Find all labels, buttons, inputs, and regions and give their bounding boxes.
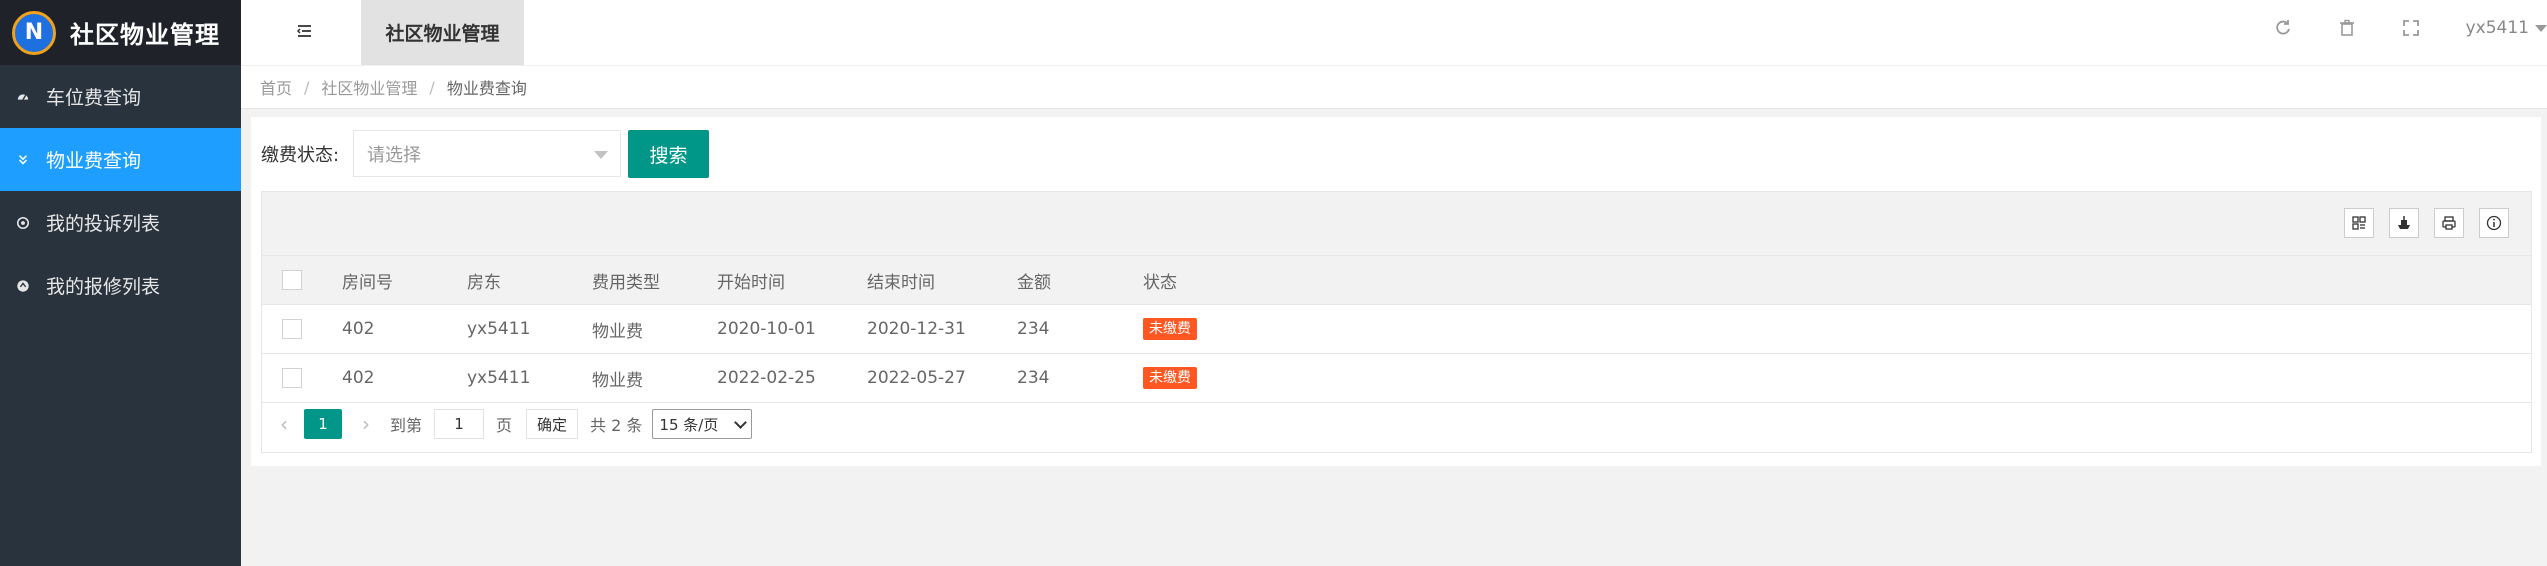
print-icon[interactable] — [2434, 208, 2464, 238]
info-icon[interactable] — [2479, 208, 2509, 238]
cell-amount: 234 — [1017, 319, 1050, 339]
prev-page-icon[interactable]: ‹ — [280, 412, 288, 436]
sidebar-item-repairs[interactable]: 我的报修列表 — [0, 254, 241, 317]
row-checkbox[interactable] — [282, 319, 302, 339]
menu-toggle-icon[interactable] — [293, 20, 315, 42]
caret-down-icon — [594, 151, 608, 159]
app-title: 社区物业管理 — [70, 21, 220, 49]
breadcrumb-community[interactable]: 社区物业管理 — [321, 75, 417, 99]
goto-label: 到第 — [390, 416, 423, 435]
column-header: 金额 — [1017, 272, 1051, 293]
row-checkbox[interactable] — [282, 368, 302, 388]
tab-community-management[interactable]: 社区物业管理 — [361, 0, 524, 65]
payment-status-select[interactable]: 请选择 — [353, 130, 621, 177]
dashboard-icon — [16, 90, 30, 104]
logo[interactable]: N 社区物业管理 — [0, 0, 241, 65]
cell-status: 未缴费 — [1143, 354, 1197, 402]
fullscreen-icon[interactable] — [2401, 18, 2421, 38]
column-header: 费用类型 — [592, 272, 660, 293]
cell-room: 402 — [342, 368, 375, 388]
cell-fee-type: 物业费 — [592, 321, 643, 342]
top-header: 社区物业管理 yx5411 — [241, 0, 2547, 66]
column-header: 房东 — [467, 272, 501, 293]
total-count: 共 2 条 — [590, 416, 643, 435]
sidebar-item-complaints[interactable]: 我的投诉列表 — [0, 191, 241, 254]
double-chevron-down-icon — [16, 153, 30, 167]
sidebar-item-parking-fee[interactable]: 车位费查询 — [0, 65, 241, 128]
data-table: 房间号 房东 费用类型 开始时间 结束时间 金额 状态 402 yx5411 物… — [261, 191, 2532, 453]
columns-filter-icon[interactable] — [2344, 208, 2374, 238]
sidebar-item-label: 我的投诉列表 — [46, 213, 161, 235]
cell-end-date: 2022-05-27 — [867, 368, 966, 388]
export-icon[interactable] — [2389, 208, 2419, 238]
page-size-select[interactable]: 15 条/页 — [652, 409, 753, 439]
breadcrumb-home[interactable]: 首页 — [260, 75, 292, 99]
radio-icon — [16, 279, 30, 293]
circle-dot-icon — [16, 216, 30, 230]
table-row[interactable]: 402 yx5411 物业费 2020-10-01 2020-12-31 234… — [262, 305, 2531, 354]
cell-amount: 234 — [1017, 368, 1050, 388]
status-badge: 未缴费 — [1143, 318, 1197, 340]
pagination: ‹ 1 › 到第 1 页 确定 共 2 条 15 条/页 — [262, 399, 2531, 449]
column-header: 状态 — [1143, 272, 1177, 293]
cell-fee-type: 物业费 — [592, 370, 643, 391]
user-menu[interactable]: yx5411 — [2466, 0, 2547, 56]
column-header: 房间号 — [342, 272, 393, 293]
page-button-current[interactable]: 1 — [304, 409, 342, 439]
breadcrumb-current: 物业费查询 — [446, 79, 527, 98]
cell-start-date: 2022-02-25 — [717, 368, 816, 388]
table-header-row: 房间号 房东 费用类型 开始时间 结束时间 金额 状态 — [262, 256, 2531, 305]
cell-start-date: 2020-10-01 — [717, 319, 816, 339]
goto-page-input[interactable]: 1 — [434, 409, 485, 439]
cell-owner: yx5411 — [467, 368, 531, 388]
breadcrumb: 首页 / 社区物业管理 / 物业费查询 — [241, 66, 2547, 109]
goto-confirm-button[interactable]: 确定 — [526, 409, 579, 439]
sidebar-item-property-fee[interactable]: 物业费查询 — [0, 128, 241, 191]
table-toolbar — [262, 192, 2531, 256]
trash-icon[interactable] — [2337, 18, 2357, 38]
select-placeholder: 请选择 — [367, 144, 421, 166]
logo-icon: N — [12, 10, 56, 55]
cell-room: 402 — [342, 319, 375, 339]
cell-status: 未缴费 — [1143, 305, 1197, 353]
cell-owner: yx5411 — [467, 319, 531, 339]
column-header: 结束时间 — [867, 272, 935, 293]
sidebar-item-label: 我的报修列表 — [46, 276, 161, 298]
payment-status-label: 缴费状态: — [261, 145, 340, 166]
search-button[interactable]: 搜索 — [628, 130, 709, 178]
sidebar: N 社区物业管理 车位费查询 物业费查询 我的投诉列表 我的报修列表 — [0, 0, 241, 566]
cell-end-date: 2020-12-31 — [867, 319, 966, 339]
breadcrumb-separator: / — [429, 77, 435, 97]
next-page-icon[interactable]: › — [362, 412, 370, 436]
content-card: 缴费状态: 请选择 搜索 房间号 房东 费用类型 开始时间 结束时间 金额 状态… — [251, 117, 2541, 466]
caret-down-icon — [2535, 24, 2547, 32]
select-all-checkbox[interactable] — [282, 270, 302, 290]
status-badge: 未缴费 — [1143, 367, 1197, 389]
refresh-icon[interactable] — [2273, 18, 2293, 38]
breadcrumb-separator: / — [304, 77, 310, 97]
sidebar-item-label: 车位费查询 — [46, 87, 142, 109]
column-header: 开始时间 — [717, 272, 785, 293]
page-unit-label: 页 — [496, 416, 513, 435]
username: yx5411 — [2465, 18, 2529, 38]
sidebar-item-label: 物业费查询 — [46, 150, 142, 172]
table-row[interactable]: 402 yx5411 物业费 2022-02-25 2022-05-27 234… — [262, 354, 2531, 403]
chevron-down-icon — [734, 415, 748, 429]
page-size-value: 15 条/页 — [659, 415, 719, 434]
